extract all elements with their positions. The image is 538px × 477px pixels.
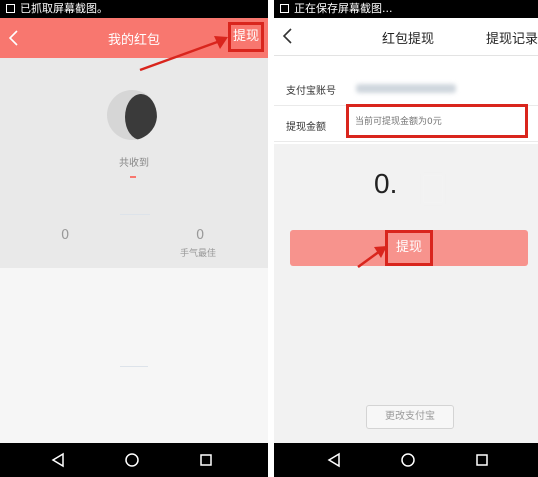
- alipay-account-label: 支付宝账号: [286, 86, 336, 97]
- my-red-envelope-screen: 已抓取屏幕截图。 我的红包 提现 共收到 0 0 手气最佳: [0, 0, 268, 477]
- triangle-back-icon[interactable]: [50, 452, 66, 468]
- stat-best-luck-count: 0: [196, 228, 205, 243]
- header: 红包提现 提现记录: [274, 18, 538, 56]
- circle-home-icon[interactable]: [400, 452, 416, 468]
- circle-home-icon[interactable]: [124, 452, 140, 468]
- square-recent-icon[interactable]: [474, 452, 490, 468]
- withdraw-button[interactable]: 提现: [290, 230, 528, 266]
- withdraw-amount-input[interactable]: [355, 113, 523, 131]
- stat-received-count: 0: [61, 228, 70, 243]
- received-total-label: 共收到: [119, 158, 149, 169]
- withdraw-records-link[interactable]: 提现记录: [486, 28, 538, 47]
- alipay-account-value: [356, 84, 456, 93]
- withdraw-button-label: 提现: [385, 230, 433, 266]
- amount-highlight-box: [346, 104, 528, 138]
- available-balance: 0.: [374, 168, 398, 199]
- arrow-annotation-icon: [357, 246, 387, 269]
- navigation-bar: [0, 443, 268, 477]
- withdraw-amount-row: 提现金额: [274, 104, 538, 142]
- arrow-annotation-icon: [139, 36, 228, 72]
- status-bar: 已抓取屏幕截图。: [0, 0, 268, 18]
- square-recent-icon[interactable]: [198, 452, 214, 468]
- withdraw-panel: 0. 提现 更改支付宝: [274, 144, 538, 443]
- withdraw-link[interactable]: 提现: [228, 22, 264, 52]
- avatar: [107, 90, 157, 140]
- divider: [120, 214, 150, 215]
- screenshot-icon: [6, 4, 15, 13]
- received-amount-marker: [130, 176, 136, 178]
- divider: [120, 366, 148, 367]
- status-bar: 正在保存屏幕截图...: [274, 0, 538, 18]
- status-text: 正在保存屏幕截图...: [294, 2, 393, 15]
- summary-panel: 共收到 0 0 手气最佳: [0, 58, 268, 268]
- balance-redaction: [422, 174, 444, 204]
- red-envelope-withdraw-screen: 正在保存屏幕截图... 红包提现 提现记录 支付宝账号 提现金额 0. 提现 更…: [274, 0, 538, 477]
- navigation-bar: [274, 443, 538, 477]
- page-title: 红包提现: [382, 32, 435, 47]
- stat-best-luck-label: 手气最佳: [180, 249, 217, 259]
- change-alipay-button[interactable]: 更改支付宝: [366, 405, 454, 429]
- envelope-list: [0, 268, 268, 443]
- alipay-account-row: 支付宝账号: [274, 72, 538, 106]
- withdraw-amount-label: 提现金额: [286, 122, 326, 133]
- chevron-left-icon[interactable]: [282, 28, 294, 44]
- status-text: 已抓取屏幕截图。: [20, 2, 108, 15]
- screenshot-icon: [280, 4, 289, 13]
- avatar-photo: [125, 94, 157, 140]
- triangle-back-icon[interactable]: [326, 452, 342, 468]
